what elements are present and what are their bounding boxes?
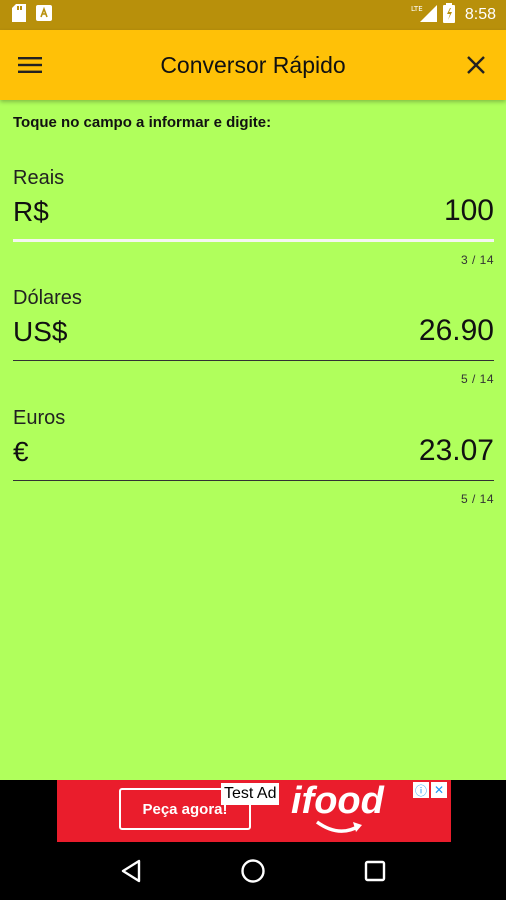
- field-input-row[interactable]: R$ 100: [13, 192, 494, 228]
- recents-square-icon: [364, 860, 386, 882]
- ad-choices[interactable]: ⓘ ✕: [413, 782, 447, 798]
- char-counter: 5 / 14: [460, 372, 494, 386]
- hamburger-icon: [18, 57, 42, 73]
- notification-a-icon: [36, 4, 52, 26]
- currency-prefix: US$: [13, 316, 68, 347]
- home-button[interactable]: [228, 846, 278, 896]
- recents-button[interactable]: [350, 846, 400, 896]
- field-input-row[interactable]: US$ 26.90: [13, 312, 494, 348]
- back-button[interactable]: [106, 846, 156, 896]
- instruction-text: Toque no campo a informar e digite:: [13, 114, 272, 131]
- app-title: Conversor Rápido: [160, 51, 346, 78]
- amount-input[interactable]: 100: [444, 194, 494, 228]
- ad-brand-logo: ifood: [291, 780, 384, 822]
- lte-signal-icon: LTE: [411, 4, 437, 27]
- char-counter: 5 / 14: [460, 492, 494, 506]
- status-time: 8:58: [464, 6, 496, 23]
- reais-field[interactable]: Reais R$ 100 3 / 14: [13, 167, 494, 267]
- char-counter: 3 / 14: [460, 253, 494, 267]
- field-label: Dólares: [13, 287, 82, 309]
- amount-input[interactable]: 26.90: [419, 314, 494, 348]
- field-underline-focused: [13, 239, 494, 242]
- status-bar: LTE 8:58: [0, 0, 506, 30]
- close-button[interactable]: [446, 30, 506, 100]
- field-underline: [13, 480, 494, 481]
- test-ad-label: Test Ad: [221, 783, 280, 805]
- app-bar: Conversor Rápido: [0, 30, 506, 100]
- currency-prefix: €: [13, 436, 29, 467]
- euros-field[interactable]: Euros € 23.07 5 / 14: [13, 407, 494, 506]
- converter-content: Toque no campo a informar e digite: Reai…: [0, 100, 506, 780]
- battery-icon: [442, 2, 455, 28]
- field-label: Reais: [13, 167, 65, 189]
- smile-arrow-icon: [315, 820, 362, 833]
- ad-close-icon[interactable]: ✕: [431, 782, 447, 798]
- navigation-bar: [0, 842, 506, 900]
- screen: LTE 8:58 Conversor Rápido Toque no campo…: [0, 0, 506, 900]
- menu-button[interactable]: [0, 30, 60, 100]
- amount-input[interactable]: 23.07: [419, 434, 494, 468]
- dolares-field[interactable]: Dólares US$ 26.90 5 / 14: [13, 287, 494, 386]
- status-right: LTE 8:58: [411, 2, 496, 28]
- field-input-row[interactable]: € 23.07: [13, 432, 494, 468]
- field-label: Euros: [13, 407, 66, 429]
- ad-info-icon[interactable]: ⓘ: [413, 782, 429, 798]
- field-underline: [13, 360, 494, 361]
- back-triangle-icon: [121, 859, 141, 883]
- svg-text:LTE: LTE: [411, 5, 423, 13]
- currency-prefix: R$: [13, 196, 49, 227]
- close-icon: [467, 56, 485, 74]
- sd-card-icon: [12, 3, 26, 27]
- status-left: [12, 3, 52, 27]
- ad-area: Peça agora! ifood ⓘ ✕ Test Ad: [0, 780, 506, 842]
- home-circle-icon: [241, 859, 265, 883]
